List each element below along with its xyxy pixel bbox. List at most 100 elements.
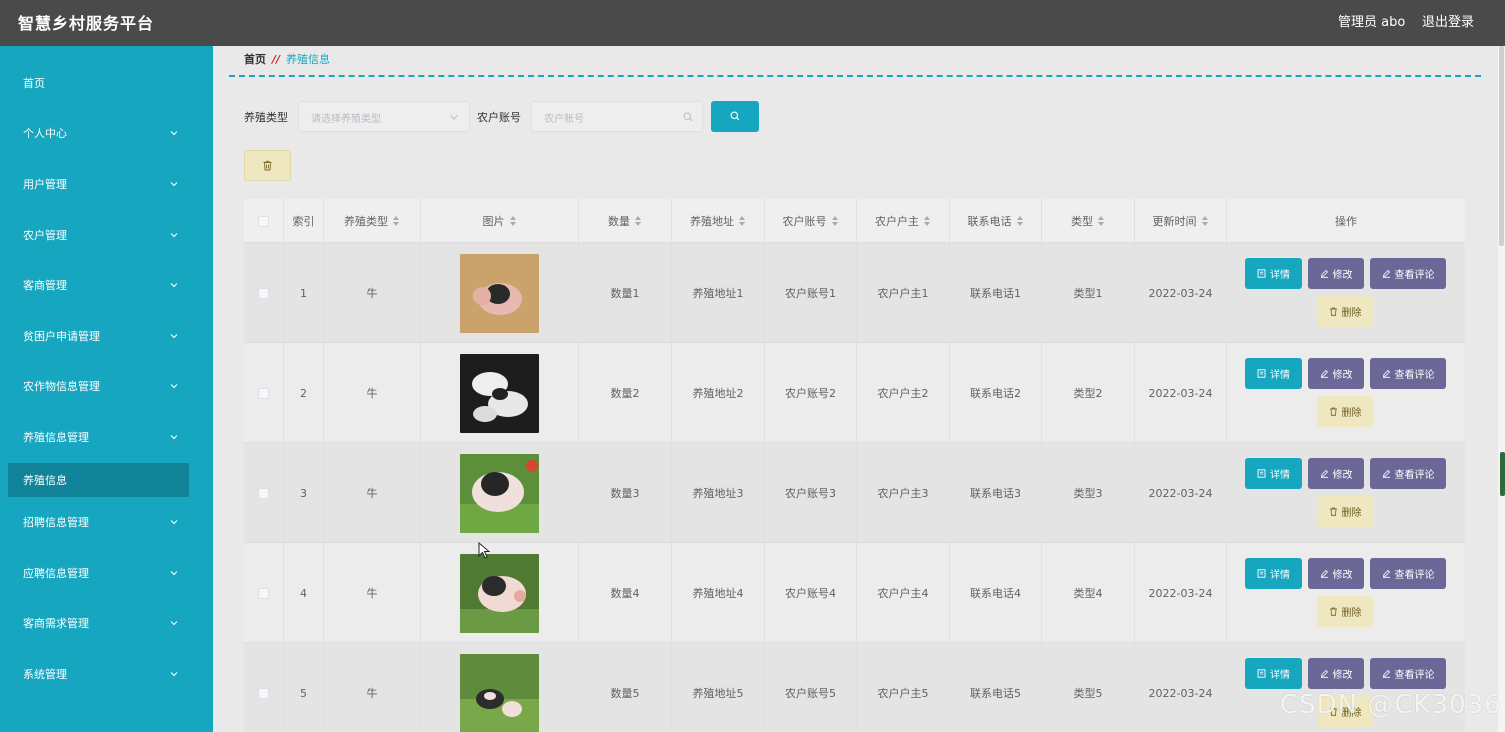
sidebar-item-personal-center[interactable]: 个人中心 (0, 108, 213, 158)
sidebar-item-user-management[interactable]: 用户管理 (0, 159, 213, 209)
header-select-all[interactable] (244, 199, 284, 243)
sidebar-item-system[interactable]: 系统管理 (0, 649, 213, 699)
batch-delete-button[interactable] (244, 150, 291, 181)
cell-quantity: 数量1 (579, 243, 672, 343)
column-label: 养殖类型 (344, 215, 388, 228)
row-checkbox[interactable] (258, 387, 269, 399)
row-checkbox[interactable] (258, 287, 269, 299)
column-header[interactable]: 农户户主 (857, 199, 950, 243)
column-header[interactable]: 图片 (421, 199, 579, 243)
search-button[interactable] (711, 101, 759, 132)
cell-account: 农户账号5 (765, 643, 857, 732)
chevron-down-icon (170, 334, 178, 339)
image-cell (421, 343, 579, 443)
pig-photo[interactable] (460, 553, 539, 633)
sidebar-item-poverty-application[interactable]: 贫困户申请管理 (0, 311, 213, 361)
row-checkbox[interactable] (258, 687, 269, 699)
view-comments-button[interactable]: 查看评论 (1370, 558, 1446, 589)
view-comments-button[interactable]: 查看评论 (1370, 458, 1446, 489)
edit-button[interactable]: 修改 (1308, 558, 1364, 589)
delete-button[interactable]: 删除 (1317, 396, 1373, 427)
pig-photo[interactable] (460, 453, 539, 533)
view-comments-button[interactable]: 查看评论 (1370, 658, 1446, 689)
cell-type: 类型4 (1042, 543, 1135, 643)
edit-icon (1320, 469, 1328, 478)
detail-button[interactable]: 详情 (1245, 558, 1302, 589)
button-label: 删除 (1341, 508, 1362, 519)
table-row[interactable]: 3 牛 数量3 养殖地址3 农户账号3 农户户主3 联系电话3 类型3 2022-03-24 详情… (244, 443, 1465, 543)
detail-button[interactable]: 详情 (1245, 458, 1302, 489)
account-input[interactable]: 农户账号 (531, 101, 703, 132)
edit-button[interactable]: 修改 (1308, 258, 1364, 289)
breadcrumb-home[interactable]: 首页 (244, 53, 266, 66)
column-label: 类型 (1071, 215, 1093, 228)
table-row[interactable]: 2 牛 数量2 养殖地址2 农户账号2 农户户主2 联系电话2 类型2 2022-03-24 详情… (244, 343, 1465, 443)
table-row[interactable]: 4 牛 数量4 养殖地址4 农户账号4 农户户主4 联系电话4 类型4 2022-03-24 详情… (244, 543, 1465, 643)
sidebar-item-breeding-info[interactable]: 养殖信息 (8, 463, 189, 497)
sort-icon[interactable] (1098, 216, 1105, 226)
pig-photo[interactable] (460, 653, 539, 732)
current-user: 管理员 abo (1338, 15, 1406, 30)
sidebar-item-label: 养殖信息 (23, 474, 67, 487)
sidebar-item-crop-info[interactable]: 农作物信息管理 (0, 361, 213, 411)
row-checkbox[interactable] (258, 487, 269, 499)
sort-icon[interactable] (393, 216, 400, 226)
row-checkbox[interactable] (258, 587, 269, 599)
edit-button[interactable]: 修改 (1308, 358, 1364, 389)
pig-photo[interactable] (460, 353, 539, 433)
detail-button[interactable]: 详情 (1245, 258, 1302, 289)
edit-icon (1382, 469, 1390, 478)
detail-button[interactable]: 详情 (1245, 358, 1302, 389)
column-label: 农户账号 (782, 215, 827, 228)
sort-icon[interactable] (1201, 216, 1209, 226)
detail-button[interactable]: 详情 (1245, 658, 1302, 689)
edit-button[interactable]: 修改 (1308, 658, 1364, 689)
cell-phone: 联系电话1 (950, 243, 1042, 343)
sort-icon[interactable] (831, 216, 839, 226)
breed-type-select[interactable]: 请选择养殖类型 (298, 101, 470, 132)
delete-button[interactable]: 删除 (1317, 596, 1373, 627)
column-label: 图片 (482, 215, 505, 228)
column-header[interactable]: 类型 (1042, 199, 1135, 243)
scrollbar[interactable] (1498, 46, 1505, 732)
sort-icon[interactable] (924, 216, 931, 226)
button-label: 详情 (1270, 570, 1290, 581)
cell-phone: 联系电话3 (950, 443, 1042, 543)
sidebar-item-recruitment[interactable]: 招聘信息管理 (0, 497, 213, 547)
sidebar-item-application[interactable]: 应聘信息管理 (0, 548, 213, 598)
divider (229, 75, 1481, 77)
sidebar-item-breeding-management[interactable]: 养殖信息管理 (0, 412, 213, 462)
sort-icon[interactable] (1016, 216, 1024, 226)
logout-link[interactable]: 退出登录 (1422, 11, 1474, 30)
image-cell (421, 543, 579, 643)
column-header[interactable]: 联系电话 (950, 199, 1042, 243)
column-header[interactable]: 更新时间 (1135, 199, 1227, 243)
cell-owner: 农户户主2 (857, 343, 950, 443)
trash-icon (1329, 507, 1337, 516)
delete-button[interactable]: 删除 (1317, 496, 1373, 527)
sort-icon[interactable] (739, 216, 746, 226)
edit-button[interactable]: 修改 (1308, 458, 1364, 489)
sidebar-item-farmer-management[interactable]: 农户管理 (0, 210, 213, 260)
sort-icon[interactable] (635, 216, 642, 226)
sidebar-item-home[interactable]: 首页 (0, 58, 213, 108)
checkbox[interactable] (258, 215, 269, 227)
column-header[interactable]: 数量 (579, 199, 672, 243)
image-cell (421, 643, 579, 732)
view-comments-button[interactable]: 查看评论 (1370, 358, 1446, 389)
view-comments-button[interactable]: 查看评论 (1370, 258, 1446, 289)
sidebar-item-merchant-management[interactable]: 客商管理 (0, 260, 213, 310)
document-icon (1257, 569, 1266, 578)
pig-photo[interactable] (460, 253, 539, 333)
delete-button[interactable]: 删除 (1317, 296, 1373, 327)
document-icon (1257, 469, 1266, 478)
sidebar-item-merchant-demand[interactable]: 客商需求管理 (0, 598, 213, 648)
sort-icon[interactable] (509, 216, 517, 226)
scrollbar-thumb[interactable] (1499, 46, 1504, 246)
column-header[interactable]: 农户账号 (765, 199, 857, 243)
button-label: 修改 (1332, 470, 1353, 481)
side-handle[interactable] (1500, 452, 1505, 496)
column-header[interactable]: 养殖类型 (324, 199, 421, 243)
table-row[interactable]: 1 牛 数量1 养殖地址1 农户账号1 农户户主1 联系电话1 类型1 2022-03-24 详情… (244, 243, 1465, 343)
column-header[interactable]: 养殖地址 (672, 199, 765, 243)
